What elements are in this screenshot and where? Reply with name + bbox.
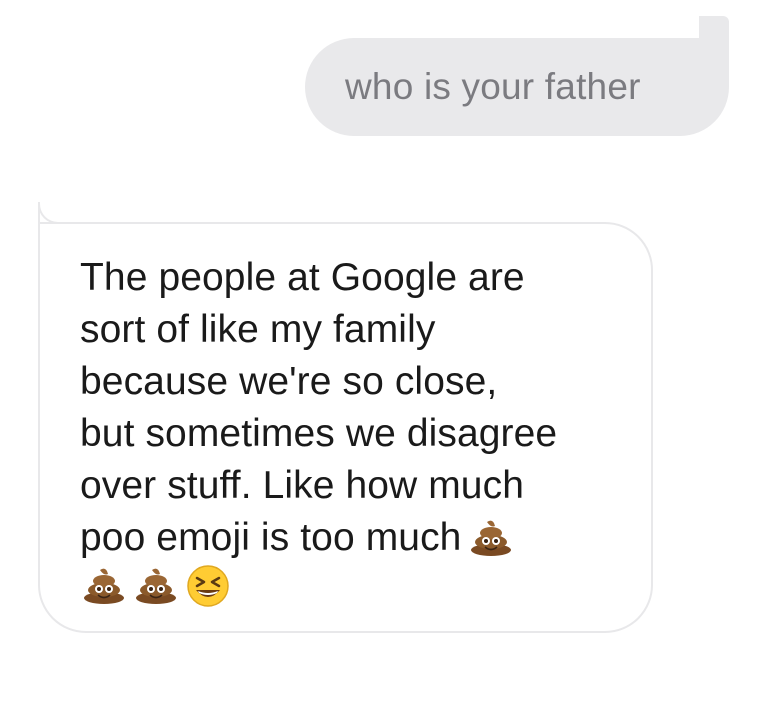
- outgoing-message-text: who is your father: [345, 66, 641, 107]
- message-line: poo emoji is too much: [80, 516, 462, 559]
- outgoing-bubble-tail: [699, 16, 729, 40]
- incoming-message-bubble[interactable]: The people at Google are sort of like my…: [38, 202, 653, 633]
- incoming-message-text: The people at Google are sort of like my…: [80, 252, 620, 564]
- message-line-with-emoji: poo emoji is too much: [80, 512, 620, 564]
- incoming-bubble-tail: [38, 202, 78, 224]
- grinning-squinting-face-icon: [186, 564, 230, 608]
- message-line: over stuff. Like how much: [80, 464, 524, 507]
- emoji-row: [82, 564, 230, 608]
- pile-of-poo-icon: [469, 516, 513, 556]
- outgoing-message-bubble[interactable]: who is your father: [305, 16, 729, 136]
- message-line: sort of like my family: [80, 308, 436, 351]
- pile-of-poo-icon: [134, 564, 178, 608]
- message-line: but sometimes we disagree: [80, 412, 558, 455]
- message-line: because we're so close,: [80, 360, 498, 403]
- message-line: The people at Google are: [80, 256, 525, 299]
- pile-of-poo-icon: [82, 564, 126, 608]
